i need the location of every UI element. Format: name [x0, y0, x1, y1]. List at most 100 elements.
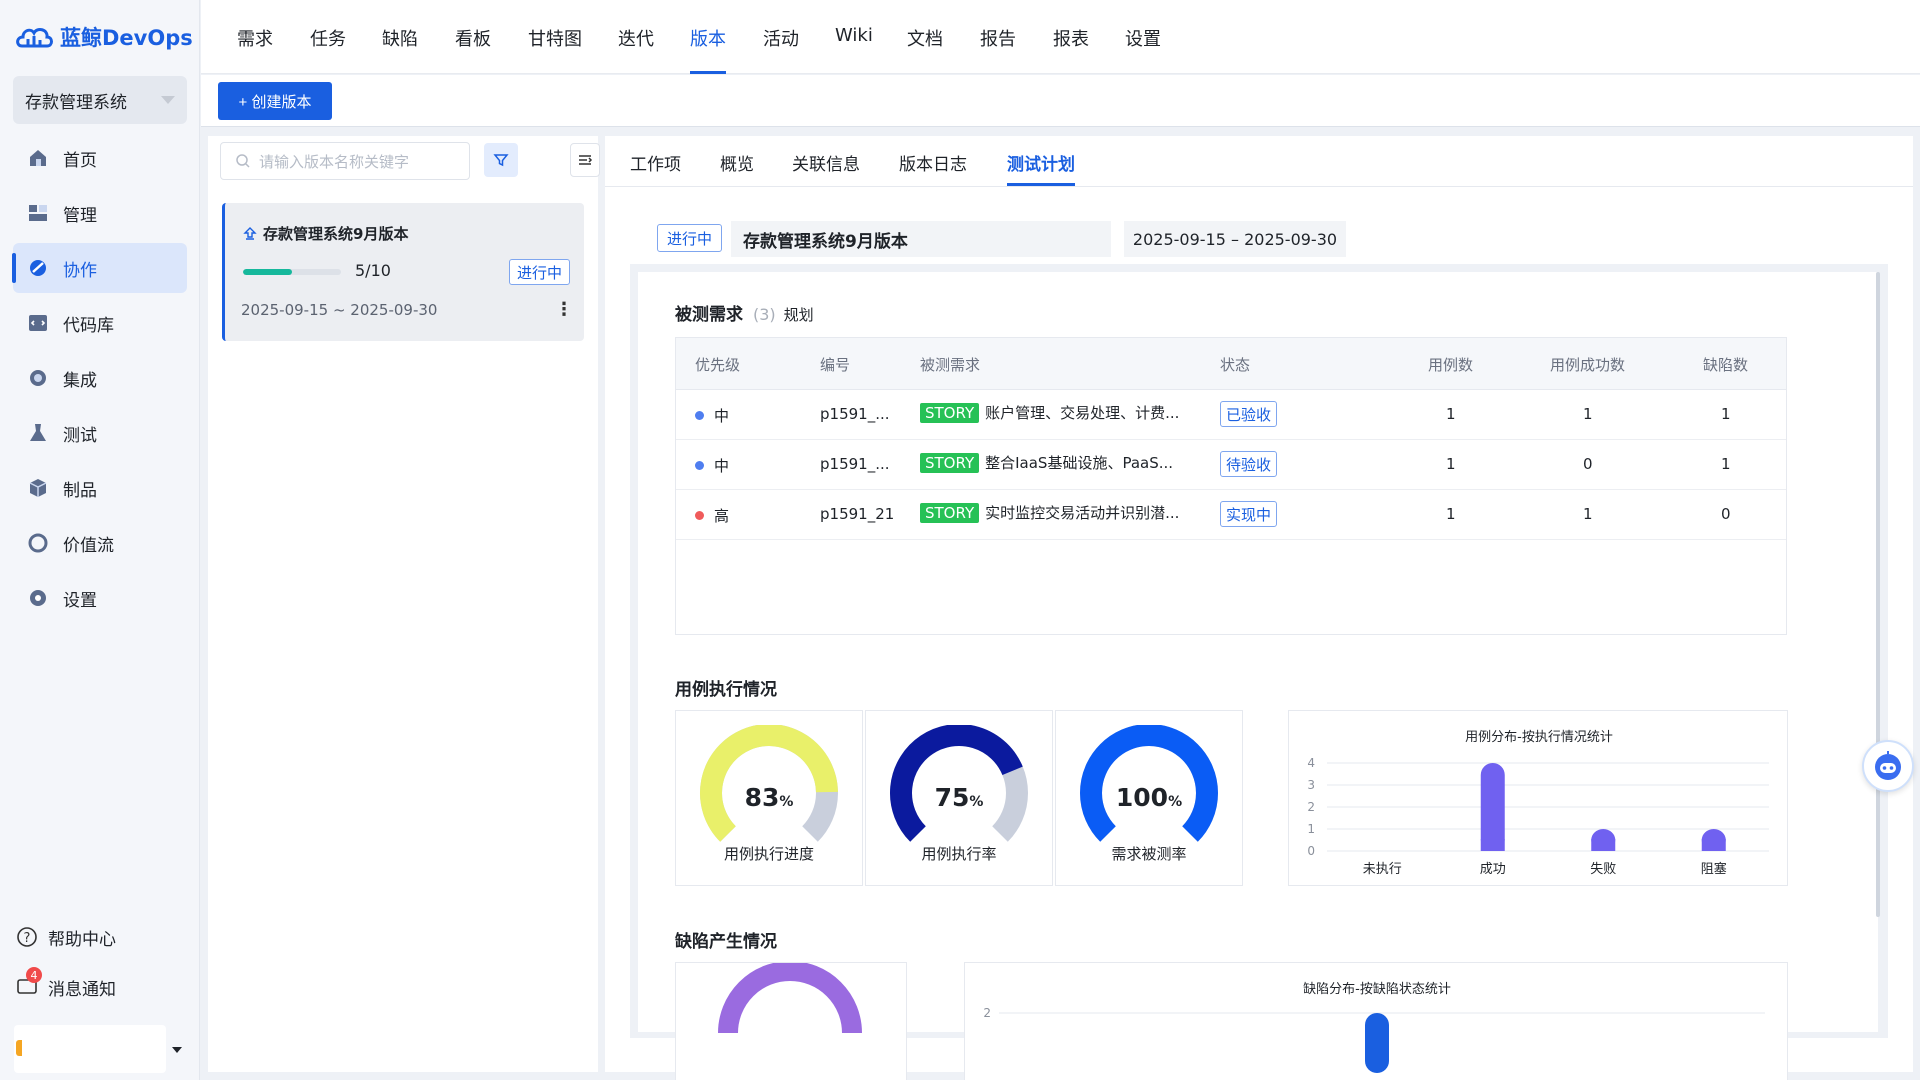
- filter-icon: [493, 154, 509, 167]
- table-row[interactable]: 高 p1591_21 STORY 实时监控交易活动并识别潜... 实现中 1 1 …: [676, 490, 1786, 540]
- topnav-tasks[interactable]: 任务: [310, 25, 346, 51]
- topnav-requirements[interactable]: 需求: [237, 25, 273, 51]
- gauge-number: 75: [934, 783, 970, 812]
- story-tag: STORY: [920, 453, 980, 473]
- home-icon: [30, 150, 46, 166]
- flask-icon: [30, 424, 46, 441]
- requirements-count: (3): [753, 305, 776, 324]
- col-id: 编号: [820, 356, 851, 374]
- table-row[interactable]: 中 p1591_... STORY 账户管理、交易处理、计费... 已验收 1 1…: [676, 390, 1786, 440]
- tab-workitems[interactable]: 工作项: [630, 150, 681, 175]
- release-title-field[interactable]: 存款管理系统9月版本: [731, 221, 1111, 257]
- sidebar-item-artifact[interactable]: 制品: [13, 463, 187, 513]
- topnav-docs[interactable]: 文档: [907, 25, 943, 51]
- chart-title: 用例分布-按执行情况统计: [1465, 730, 1613, 745]
- more-icon[interactable]: ⋮: [555, 299, 573, 320]
- toolbar: [201, 75, 1920, 127]
- user-caret-icon[interactable]: [172, 1047, 182, 1053]
- topnav-kanban[interactable]: 看板: [455, 25, 491, 51]
- topnav-wiki[interactable]: Wiki: [835, 25, 873, 46]
- filter-button[interactable]: [484, 143, 518, 177]
- help-center[interactable]: ? 帮助中心: [16, 912, 186, 962]
- assistant-bot-button[interactable]: [1862, 740, 1914, 792]
- release-status-badge: 进行中: [657, 224, 723, 252]
- artifact-icon: [29, 479, 47, 497]
- scrollbar[interactable]: [1876, 272, 1880, 917]
- topnav-defects[interactable]: 缺陷: [382, 25, 418, 51]
- state-tag: 实现中: [1220, 501, 1278, 527]
- tab-related[interactable]: 关联信息: [792, 150, 860, 175]
- sidebar-item-home[interactable]: 首页: [13, 133, 187, 183]
- gauge-card-coverage: 100% 需求被测率: [1055, 710, 1243, 886]
- gear-icon: [30, 590, 46, 606]
- requirements-table: 优先级 编号 被测需求 状态 用例数 用例成功数 缺陷数 中 p1591_...…: [675, 337, 1787, 635]
- sidebar-item-manage[interactable]: 管理: [13, 188, 187, 238]
- topnav-statements[interactable]: 报表: [1053, 25, 1089, 51]
- topnav-release[interactable]: 版本: [690, 25, 726, 74]
- gauge-card-progress: 83% 用例执行进度: [675, 710, 863, 886]
- sidebar-item-valuestream[interactable]: 价值流: [13, 518, 187, 568]
- topnav-reports[interactable]: 报告: [980, 25, 1016, 51]
- robot-icon: [1875, 751, 1901, 780]
- release-date-field[interactable]: 2025-09-15 – 2025-09-30: [1124, 221, 1346, 257]
- sidebar-item-settings[interactable]: 设置: [13, 573, 187, 623]
- user-menu[interactable]: [14, 1025, 166, 1073]
- story-tag: STORY: [920, 503, 980, 523]
- sidebar-item-label: 集成: [63, 370, 97, 391]
- tab-overview[interactable]: 概览: [720, 150, 754, 175]
- requirement-cell[interactable]: STORY 整合IaaS基础设施、PaaS...: [920, 452, 1173, 473]
- sidebar-item-integration[interactable]: 集成: [13, 353, 187, 403]
- requirement-cell[interactable]: STORY 实时监控交易活动并识别潜...: [920, 502, 1179, 523]
- integration-icon: [30, 370, 46, 386]
- table-header: 优先级 编号 被测需求 状态 用例数 用例成功数 缺陷数: [676, 338, 1786, 390]
- create-release-button[interactable]: + 创建版本: [218, 82, 332, 120]
- tab-test-plan[interactable]: 测试计划: [1007, 150, 1075, 186]
- requirements-title: 被测需求: [675, 305, 743, 325]
- sidebar-item-label: 制品: [63, 480, 97, 501]
- y-tick-label: 0: [1307, 844, 1315, 858]
- table-row[interactable]: 中 p1591_... STORY 整合IaaS基础设施、PaaS... 待验收 …: [676, 440, 1786, 490]
- defect-distribution-chart-card: 缺陷分布-按缺陷状态统计 2: [964, 962, 1788, 1080]
- id-cell: p1591_...: [820, 405, 890, 423]
- release-card[interactable]: 存款管理系统9月版本 5/10 进行中 2025-09-15 ~ 2025-09…: [222, 203, 584, 341]
- id-cell: p1591_...: [820, 455, 890, 473]
- priority-dot: [695, 461, 704, 470]
- gauge-label: 需求被测率: [1111, 845, 1187, 863]
- sidebar-item-repo[interactable]: 代码库: [13, 298, 187, 348]
- plan-link[interactable]: 规划: [784, 306, 814, 324]
- project-select[interactable]: 存款管理系统: [13, 76, 187, 124]
- cases-cell: 1: [1446, 405, 1456, 423]
- release-progress-bar: [243, 269, 341, 275]
- success-cell: 1: [1583, 505, 1593, 523]
- requirement-name: 整合IaaS基础设施、PaaS...: [985, 454, 1174, 472]
- defects-cell: 1: [1721, 405, 1731, 423]
- sidebar-item-test[interactable]: 测试: [13, 408, 187, 458]
- collapse-button[interactable]: [570, 143, 600, 177]
- release-search-input[interactable]: 请输入版本名称关键字: [220, 142, 470, 180]
- collapse-icon: [579, 155, 593, 165]
- sidebar-item-collab[interactable]: 协作: [12, 243, 187, 293]
- sidebar-item-label: 协作: [63, 260, 97, 281]
- cloud-logo-icon: [16, 28, 53, 48]
- topnav-activity[interactable]: 活动: [763, 25, 799, 51]
- tab-changelog[interactable]: 版本日志: [899, 150, 967, 175]
- requirement-cell[interactable]: STORY 账户管理、交易处理、计费...: [920, 402, 1179, 423]
- bar-base: [1480, 839, 1505, 851]
- y-tick-label: 3: [1307, 778, 1315, 792]
- gauge-value: 83%: [676, 783, 862, 812]
- notifications[interactable]: 4 消息通知: [16, 962, 186, 1012]
- priority-dot: [695, 511, 704, 520]
- logo[interactable]: 蓝鲸DevOps: [14, 22, 193, 52]
- state-tag: 已验收: [1220, 401, 1278, 427]
- notification-badge: 4: [26, 967, 42, 983]
- sidebar-item-label: 首页: [63, 150, 97, 171]
- topnav-iteration[interactable]: 迭代: [618, 25, 654, 51]
- topnav-settings[interactable]: 设置: [1125, 25, 1161, 51]
- release-card-title-row: 存款管理系统9月版本: [243, 223, 408, 244]
- topnav-gantt[interactable]: 甘特图: [528, 25, 582, 51]
- valuestream-icon: [28, 533, 48, 553]
- gauge-unit: %: [969, 794, 984, 810]
- col-requirement: 被测需求: [920, 356, 981, 374]
- priority-text: 中: [714, 457, 730, 475]
- sidebar-item-label: 代码库: [63, 315, 114, 336]
